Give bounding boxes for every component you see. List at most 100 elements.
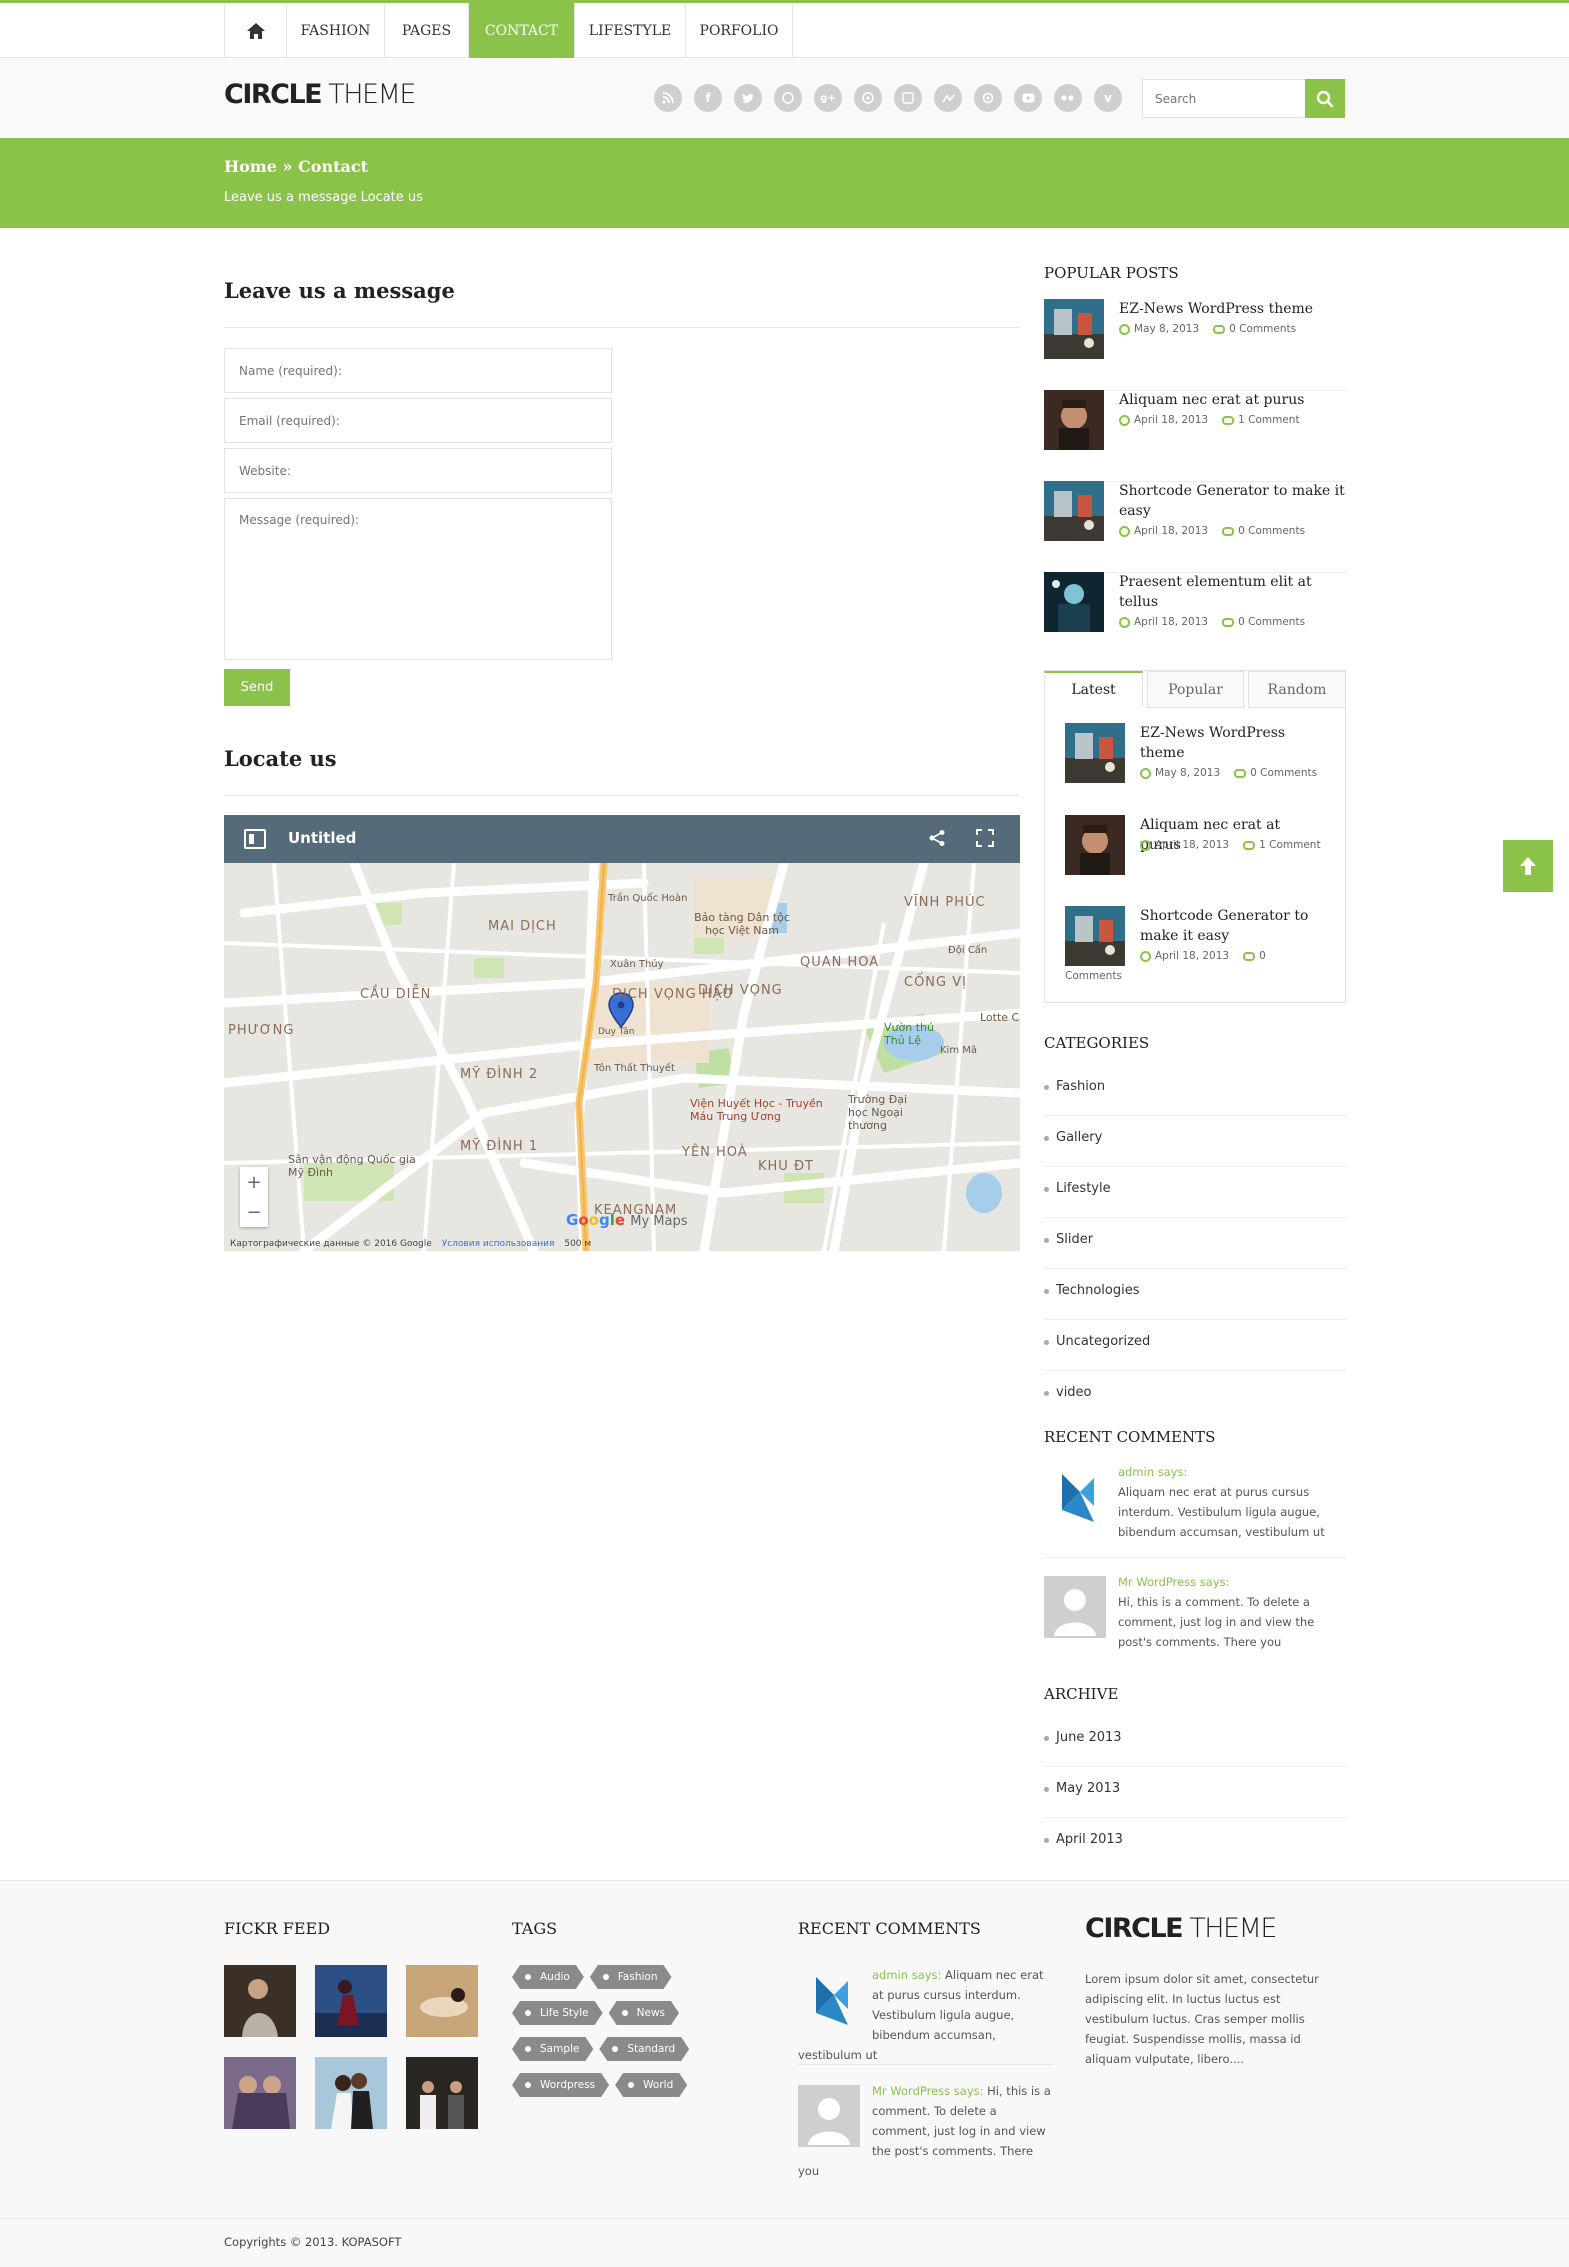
flickr-icon[interactable] [1054,84,1082,112]
map-section-title: Locate us [224,746,337,771]
map-canvas[interactable]: MAI DỊCH CẦU DIỄN PHƯƠNG MỸ ĐÌNH 2 MỸ ĐÌ… [224,863,1020,1251]
nav-pages[interactable]: PAGES [385,3,469,58]
terms-link[interactable]: Условия использования [442,1239,555,1249]
tag[interactable]: Wordpress [512,2073,609,2097]
flickr-photo[interactable] [224,2057,296,2129]
tab-post[interactable]: EZ-News WordPress theme May 8, 2013 0 Com… [1065,723,1327,803]
tag[interactable]: Life Style [512,2001,603,2025]
map-label: MỸ ĐÌNH 2 [460,1067,539,1082]
category-item[interactable]: Slider [1044,1218,1346,1269]
category-item[interactable]: Gallery [1044,1116,1346,1167]
zoom-in-button[interactable]: + [240,1167,268,1197]
post-thumbnail[interactable] [1065,906,1125,966]
nav-contact[interactable]: CONTACT [469,3,575,58]
tag[interactable]: Standard [599,2037,689,2061]
flickr-photo[interactable] [406,2057,478,2129]
tag[interactable]: Sample [512,2037,593,2061]
zoom-out-button[interactable]: − [240,1197,268,1227]
post-title[interactable]: EZ-News WordPress theme [1140,723,1310,763]
contact-form-title: Leave us a message [224,278,455,303]
tab-latest[interactable]: Latest [1044,671,1143,708]
linkedin-icon[interactable] [894,84,922,112]
skype-icon[interactable] [934,84,962,112]
twitter-icon[interactable] [734,84,762,112]
website-input[interactable] [225,449,611,492]
footer-logo[interactable]: CIRCLE THEME [1085,1913,1277,1944]
archive-item[interactable]: April 2013 [1044,1818,1346,1869]
home-icon [246,22,265,39]
tag[interactable]: World [615,2073,687,2097]
share-icon[interactable] [928,829,946,847]
post-thumbnail[interactable] [1044,481,1104,541]
comment-author[interactable]: Mr WordPress says: [872,2084,984,2098]
category-item[interactable]: Fashion [1044,1065,1346,1116]
popular-post[interactable]: EZ-News WordPress theme May 8, 2013 0 Com… [1044,299,1346,391]
map-label: QUAN HOA [800,955,880,970]
comment-author[interactable]: Mr WordPress says: [1118,1575,1230,1589]
tab-random[interactable]: Random [1248,671,1346,708]
youtube-icon[interactable] [1014,84,1042,112]
google-plus-icon[interactable]: g+ [814,84,842,112]
send-button[interactable]: Send [224,669,290,706]
post-title[interactable]: EZ-News WordPress theme [1119,299,1346,319]
comment-author[interactable]: admin says: [872,1968,941,1982]
nav-lifestyle[interactable]: LIFESTYLE [575,3,686,58]
tag[interactable]: Audio [512,1965,584,1989]
email-input[interactable] [225,399,611,442]
comment-text[interactable]: Aliquam nec erat at purus cursus interdu… [1118,1485,1325,1539]
category-item[interactable]: Technologies [1044,1269,1346,1320]
map-label: YÊN HOÀ [682,1145,748,1160]
category-item[interactable]: Lifestyle [1044,1167,1346,1218]
nav-fashion[interactable]: FASHION [287,3,385,58]
pinterest-icon[interactable] [854,84,882,112]
post-thumbnail[interactable] [1065,815,1125,875]
tabbed-posts-widget: Latest Popular Random EZ-News WordPress … [1044,670,1346,1003]
vimeo-icon[interactable]: v [1094,84,1122,112]
tab-post[interactable]: Shortcode Generator to make it easy Apri… [1065,906,1327,986]
breadcrumb[interactable]: Home » Contact [224,157,368,176]
archive-item[interactable]: June 2013 [1044,1716,1346,1767]
flickr-photo[interactable] [315,2057,387,2129]
facebook-icon[interactable]: f [694,84,722,112]
nav-porfolio[interactable]: PORFOLIO [686,3,793,58]
post-thumbnail[interactable] [1044,572,1104,632]
instagram-icon[interactable] [974,84,1002,112]
name-input[interactable] [225,349,611,392]
tab-popular[interactable]: Popular [1147,671,1244,708]
search-input[interactable] [1143,80,1305,117]
tab-post[interactable]: Aliquam nec erat at purus April 18, 2013… [1065,815,1327,895]
category-item[interactable]: Uncategorized [1044,1320,1346,1371]
comment-author[interactable]: admin says: [1118,1465,1187,1479]
post-title[interactable]: Praesent elementum elit at tellus [1119,572,1346,612]
nav-home[interactable] [225,3,287,58]
archive-item[interactable]: May 2013 [1044,1767,1346,1818]
dribbble-icon[interactable] [774,84,802,112]
map-title[interactable]: Untitled [288,829,356,847]
post-title[interactable]: Shortcode Generator to make it easy [1140,906,1310,946]
post-thumbnail[interactable] [1044,299,1104,359]
flickr-photo[interactable] [315,1965,387,2037]
flickr-photo[interactable] [224,1965,296,2037]
search-button[interactable] [1305,79,1345,118]
category-item[interactable]: video [1044,1371,1346,1422]
rss-icon[interactable] [654,84,682,112]
back-to-top-button[interactable] [1503,840,1553,892]
message-textarea[interactable] [225,499,611,659]
comment-text[interactable]: Hi, this is a comment. To delete a comme… [1118,1595,1314,1649]
post-thumbnail[interactable] [1065,723,1125,783]
clock-icon [1140,839,1151,851]
arrow-up-icon [1520,857,1536,875]
popular-post[interactable]: Praesent elementum elit at tellus April … [1044,572,1346,664]
popular-post[interactable]: Aliquam nec erat at purus April 18, 2013… [1044,390,1346,482]
map-legend-icon[interactable] [244,829,266,849]
popular-post[interactable]: Shortcode Generator to make it easy Apri… [1044,481,1346,573]
post-title[interactable]: Shortcode Generator to make it easy [1119,481,1346,521]
tag[interactable]: Fashion [590,1965,672,1989]
post-thumbnail[interactable] [1044,390,1104,450]
popular-posts-title: POPULAR POSTS [1044,264,1179,282]
site-logo[interactable]: CIRCLE THEME [224,79,416,110]
flickr-photo[interactable] [406,1965,478,2037]
post-title[interactable]: Aliquam nec erat at purus [1119,390,1346,410]
tag[interactable]: News [609,2001,679,2025]
fullscreen-icon[interactable] [976,829,994,847]
